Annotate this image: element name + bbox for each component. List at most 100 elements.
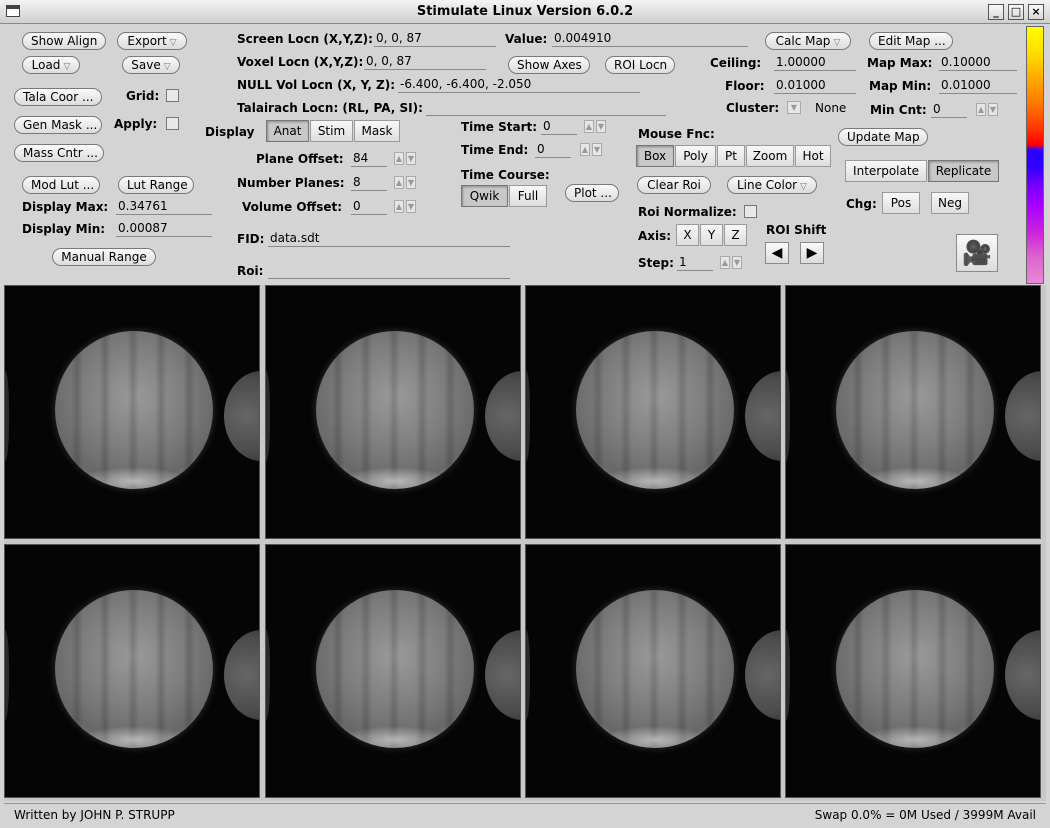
null-vol-locn-field[interactable]: -6.400, -6.400, -2.050 (398, 76, 640, 93)
image-tile[interactable] (525, 544, 781, 798)
volume-offset-up-icon[interactable]: ▲ (394, 200, 404, 213)
load-menu-button[interactable]: Load ▽ (22, 56, 80, 74)
time-end-up-icon[interactable]: ▲ (580, 143, 590, 156)
roi-shift-right-icon[interactable]: ▶ (800, 242, 824, 264)
minimize-button[interactable]: _ (988, 4, 1004, 20)
number-planes-up-icon[interactable]: ▲ (394, 176, 404, 189)
voxel-locn-field[interactable]: 0, 0, 87 (364, 53, 486, 70)
display-mode-anat[interactable]: Anat (266, 120, 309, 142)
step-down-icon[interactable]: ▼ (732, 256, 742, 269)
cluster-dropdown-icon[interactable]: ▼ (787, 101, 801, 114)
fid-field[interactable]: data.sdt (268, 230, 510, 247)
step-field[interactable]: 1 (677, 254, 713, 271)
edit-map-button[interactable]: Edit Map ... (869, 32, 953, 50)
swap-status: Swap 0.0% = 0M Used / 3999M Avail (814, 808, 1036, 822)
mass-cntr-button[interactable]: Mass Cntr ... (14, 144, 104, 162)
volume-offset-down-icon[interactable]: ▼ (406, 200, 416, 213)
axis-z-button[interactable]: Z (724, 224, 747, 246)
screen-locn-field[interactable]: 0, 0, 87 (374, 30, 496, 47)
clear-roi-button[interactable]: Clear Roi (637, 176, 711, 194)
apply-checkbox[interactable] (166, 117, 179, 130)
interpolate-button[interactable]: Interpolate (845, 160, 927, 182)
min-cnt-down-icon[interactable]: ▼ (988, 103, 998, 116)
roi-field[interactable] (268, 262, 510, 279)
display-mode-mask[interactable]: Mask (354, 120, 400, 142)
grid-label: Grid: (126, 89, 160, 103)
plane-offset-up-icon[interactable]: ▲ (394, 152, 404, 165)
axis-x-button[interactable]: X (676, 224, 699, 246)
display-max-field[interactable]: 0.34761 (116, 198, 212, 215)
volume-offset-label: Volume Offset: (242, 200, 343, 214)
movie-camera-icon[interactable]: 🎥 (956, 234, 998, 272)
volume-offset-field[interactable]: 0 (351, 198, 387, 215)
min-cnt-up-icon[interactable]: ▲ (976, 103, 986, 116)
image-side-object (224, 371, 259, 461)
time-start-field[interactable]: 0 (541, 118, 577, 135)
lut-range-button[interactable]: Lut Range (118, 176, 194, 194)
show-axes-button[interactable]: Show Axes (508, 56, 590, 74)
number-planes-field[interactable]: 8 (351, 174, 387, 191)
mouse-mode-box[interactable]: Box (636, 145, 674, 167)
image-tile[interactable] (4, 544, 260, 798)
roi-normalize-checkbox[interactable] (744, 205, 757, 218)
close-button[interactable]: × (1028, 4, 1044, 20)
image-grid[interactable] (4, 285, 1046, 801)
image-side-object (745, 630, 780, 720)
update-map-button[interactable]: Update Map (838, 128, 928, 146)
time-start-down-icon[interactable]: ▼ (596, 120, 606, 133)
grid-checkbox[interactable] (166, 89, 179, 102)
ceiling-field[interactable]: 1.00000 (774, 54, 856, 71)
axis-y-button[interactable]: Y (700, 224, 723, 246)
time-end-field[interactable]: 0 (535, 141, 571, 158)
plane-offset-down-icon[interactable]: ▼ (406, 152, 416, 165)
time-course-qwik[interactable]: Qwik (461, 185, 508, 207)
color-scale-bar (1026, 26, 1044, 284)
time-start-up-icon[interactable]: ▲ (584, 120, 594, 133)
map-min-field[interactable]: 0.01000 (939, 77, 1017, 94)
image-tile[interactable] (265, 544, 521, 798)
map-max-field[interactable]: 0.10000 (939, 54, 1017, 71)
image-edge (526, 371, 530, 461)
export-label: Export (127, 34, 167, 48)
min-cnt-field[interactable]: 0 (931, 101, 967, 118)
step-up-icon[interactable]: ▲ (720, 256, 730, 269)
mod-lut-button[interactable]: Mod Lut ... (22, 176, 100, 194)
image-tile[interactable] (785, 285, 1041, 539)
manual-range-button[interactable]: Manual Range (52, 248, 156, 266)
chg-neg-button[interactable]: Neg (931, 192, 969, 214)
time-end-down-icon[interactable]: ▼ (592, 143, 602, 156)
mouse-mode-poly[interactable]: Poly (675, 145, 716, 167)
mouse-mode-zoom[interactable]: Zoom (746, 145, 794, 167)
roi-locn-button[interactable]: ROI Locn (605, 56, 675, 74)
line-color-menu-button[interactable]: Line Color ▽ (727, 176, 817, 194)
value-field[interactable]: 0.004910 (552, 30, 748, 47)
image-edge (5, 371, 9, 461)
gen-mask-button[interactable]: Gen Mask ... (14, 116, 102, 134)
plane-offset-field[interactable]: 84 (351, 150, 387, 167)
mouse-mode-hot[interactable]: Hot (795, 145, 831, 167)
calc-map-menu-button[interactable]: Calc Map ▽ (765, 32, 851, 50)
image-tile[interactable] (265, 285, 521, 539)
display-min-field[interactable]: 0.00087 (116, 220, 212, 237)
mouse-mode-pt[interactable]: Pt (717, 145, 745, 167)
roi-shift-left-icon[interactable]: ◀ (765, 242, 789, 264)
replicate-button[interactable]: Replicate (928, 160, 999, 182)
number-planes-down-icon[interactable]: ▼ (406, 176, 416, 189)
save-menu-button[interactable]: Save ▽ (122, 56, 180, 74)
image-tile[interactable] (525, 285, 781, 539)
image-tile[interactable] (785, 544, 1041, 798)
time-course-full[interactable]: Full (509, 185, 547, 207)
time-start-label: Time Start: (461, 120, 538, 134)
display-mode-stim[interactable]: Stim (310, 120, 353, 142)
image-tile[interactable] (4, 285, 260, 539)
min-cnt-label: Min Cnt: (870, 103, 927, 117)
map-max-label: Map Max: (867, 56, 933, 70)
plot-button[interactable]: Plot ... (565, 184, 619, 202)
chg-pos-button[interactable]: Pos (882, 192, 920, 214)
export-menu-button[interactable]: Export ▽ (117, 32, 187, 50)
talairach-locn-field[interactable] (426, 99, 666, 116)
floor-field[interactable]: 0.01000 (774, 77, 856, 94)
maximize-button[interactable]: □ (1008, 4, 1024, 20)
tala-coor-button[interactable]: Tala Coor ... (14, 88, 102, 106)
show-align-button[interactable]: Show Align (22, 32, 106, 50)
